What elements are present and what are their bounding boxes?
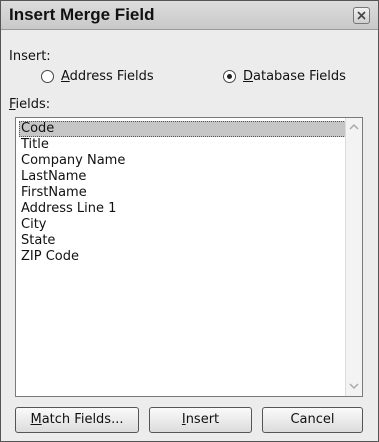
close-icon — [357, 11, 366, 20]
list-item[interactable]: ZIP Code — [19, 249, 346, 265]
close-button[interactable] — [353, 7, 370, 24]
address-fields-label: ddress Fields — [69, 69, 154, 84]
chevron-down-icon[interactable] — [348, 380, 360, 392]
list-item[interactable]: Code — [19, 121, 346, 137]
list-item[interactable]: Address Line 1 — [19, 201, 346, 217]
list-item[interactable]: Title — [19, 137, 346, 153]
radio-circle — [223, 70, 236, 83]
cancel-button[interactable]: Cancel — [262, 407, 363, 433]
fields-label: Fields: — [9, 97, 51, 112]
fields-list: Code Title Company Name LastName FirstName Ad… — [19, 121, 346, 265]
database-fields-accel: D — [243, 69, 254, 84]
list-item[interactable]: State — [19, 233, 346, 249]
match-fields-button[interactable]: Match Fields... — [15, 407, 139, 433]
chevron-up-icon[interactable] — [348, 121, 360, 133]
database-fields-label: atabase Fields — [253, 69, 346, 84]
fields-listbox[interactable]: Code Title Company Name LastName FirstName Ad… — [15, 117, 363, 397]
list-item[interactable]: LastName — [19, 169, 346, 185]
title-bar[interactable]: Insert Merge Field — [1, 1, 378, 30]
insert-label: Insert: — [9, 49, 51, 64]
radio-selected-dot — [227, 74, 232, 79]
list-item[interactable]: Company Name — [19, 153, 346, 169]
list-item[interactable]: City — [19, 217, 346, 233]
vertical-scrollbar[interactable] — [345, 118, 362, 396]
insert-merge-field-dialog: Insert Merge Field Insert: Address Field… — [0, 0, 379, 442]
radio-circle — [41, 70, 54, 83]
list-item[interactable]: FirstName — [19, 185, 346, 201]
insert-button[interactable]: Insert — [149, 407, 252, 433]
dialog-title: Insert Merge Field — [9, 5, 155, 24]
address-fields-accel: A — [61, 69, 70, 84]
